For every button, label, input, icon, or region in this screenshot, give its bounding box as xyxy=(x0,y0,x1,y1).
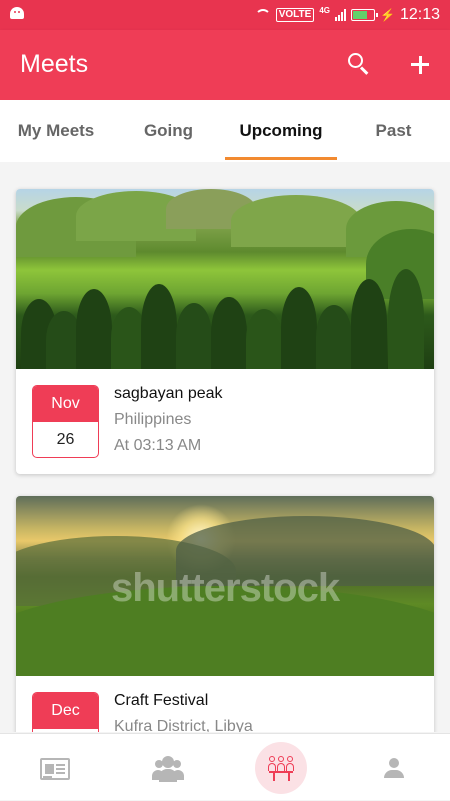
date-month: Dec xyxy=(33,693,98,729)
clock: 12:13 xyxy=(399,6,440,23)
meet-image xyxy=(16,189,434,369)
search-icon xyxy=(348,53,363,68)
network-type: 4G xyxy=(319,6,330,15)
battery-icon xyxy=(351,9,378,21)
meet-list[interactable]: Nov 26 sagbayan peak Philippines At 03:1… xyxy=(0,162,450,732)
meet-card[interactable]: Nov 26 sagbayan peak Philippines At 03:1… xyxy=(16,189,434,474)
date-day: 26 xyxy=(56,431,75,448)
nav-profile[interactable] xyxy=(338,734,450,801)
date-month: Nov xyxy=(33,386,98,422)
group-icon xyxy=(152,756,184,782)
page-title: Meets xyxy=(20,50,89,78)
nav-groups[interactable] xyxy=(112,734,224,801)
meet-location: Kufra District, Libya xyxy=(114,718,253,732)
android-icon xyxy=(10,7,24,19)
meet-image: shutterstock xyxy=(16,496,434,676)
signal-icon xyxy=(335,9,346,21)
meet-card[interactable]: shutterstock Dec Craft Festival Kufra Di… xyxy=(16,496,434,732)
wifi-icon xyxy=(254,9,271,21)
meet-title: sagbayan peak xyxy=(114,385,223,402)
volte-badge: VOLTE xyxy=(275,8,315,22)
tab-bar: My Meets Going Upcoming Past xyxy=(0,100,450,162)
nav-meets[interactable] xyxy=(225,734,337,801)
tab-indicator xyxy=(225,157,337,160)
meet-title: Craft Festival xyxy=(114,692,209,709)
meet-time: At 03:13 AM xyxy=(114,437,202,454)
bottom-nav xyxy=(0,733,450,800)
date-badge: Nov 26 xyxy=(32,385,99,458)
app-bar: Meets xyxy=(0,30,450,100)
add-meet-button[interactable] xyxy=(405,50,435,80)
watermark: shutterstock xyxy=(111,566,340,610)
charging-icon: ⚡ xyxy=(380,8,395,22)
nav-feed[interactable] xyxy=(0,734,112,801)
search-button[interactable] xyxy=(344,50,374,80)
tab-past[interactable]: Past xyxy=(337,100,450,162)
newspaper-icon xyxy=(40,758,70,780)
status-bar: VOLTE 4G ⚡ 12:13 xyxy=(0,0,450,30)
date-day xyxy=(33,729,98,732)
meet-location: Philippines xyxy=(114,411,192,428)
tab-going[interactable]: Going xyxy=(112,100,225,162)
meetup-icon xyxy=(267,754,295,782)
tab-upcoming[interactable]: Upcoming xyxy=(225,100,337,162)
date-badge: Dec xyxy=(32,692,99,732)
person-icon xyxy=(384,758,404,780)
tab-my-meets[interactable]: My Meets xyxy=(0,100,112,162)
